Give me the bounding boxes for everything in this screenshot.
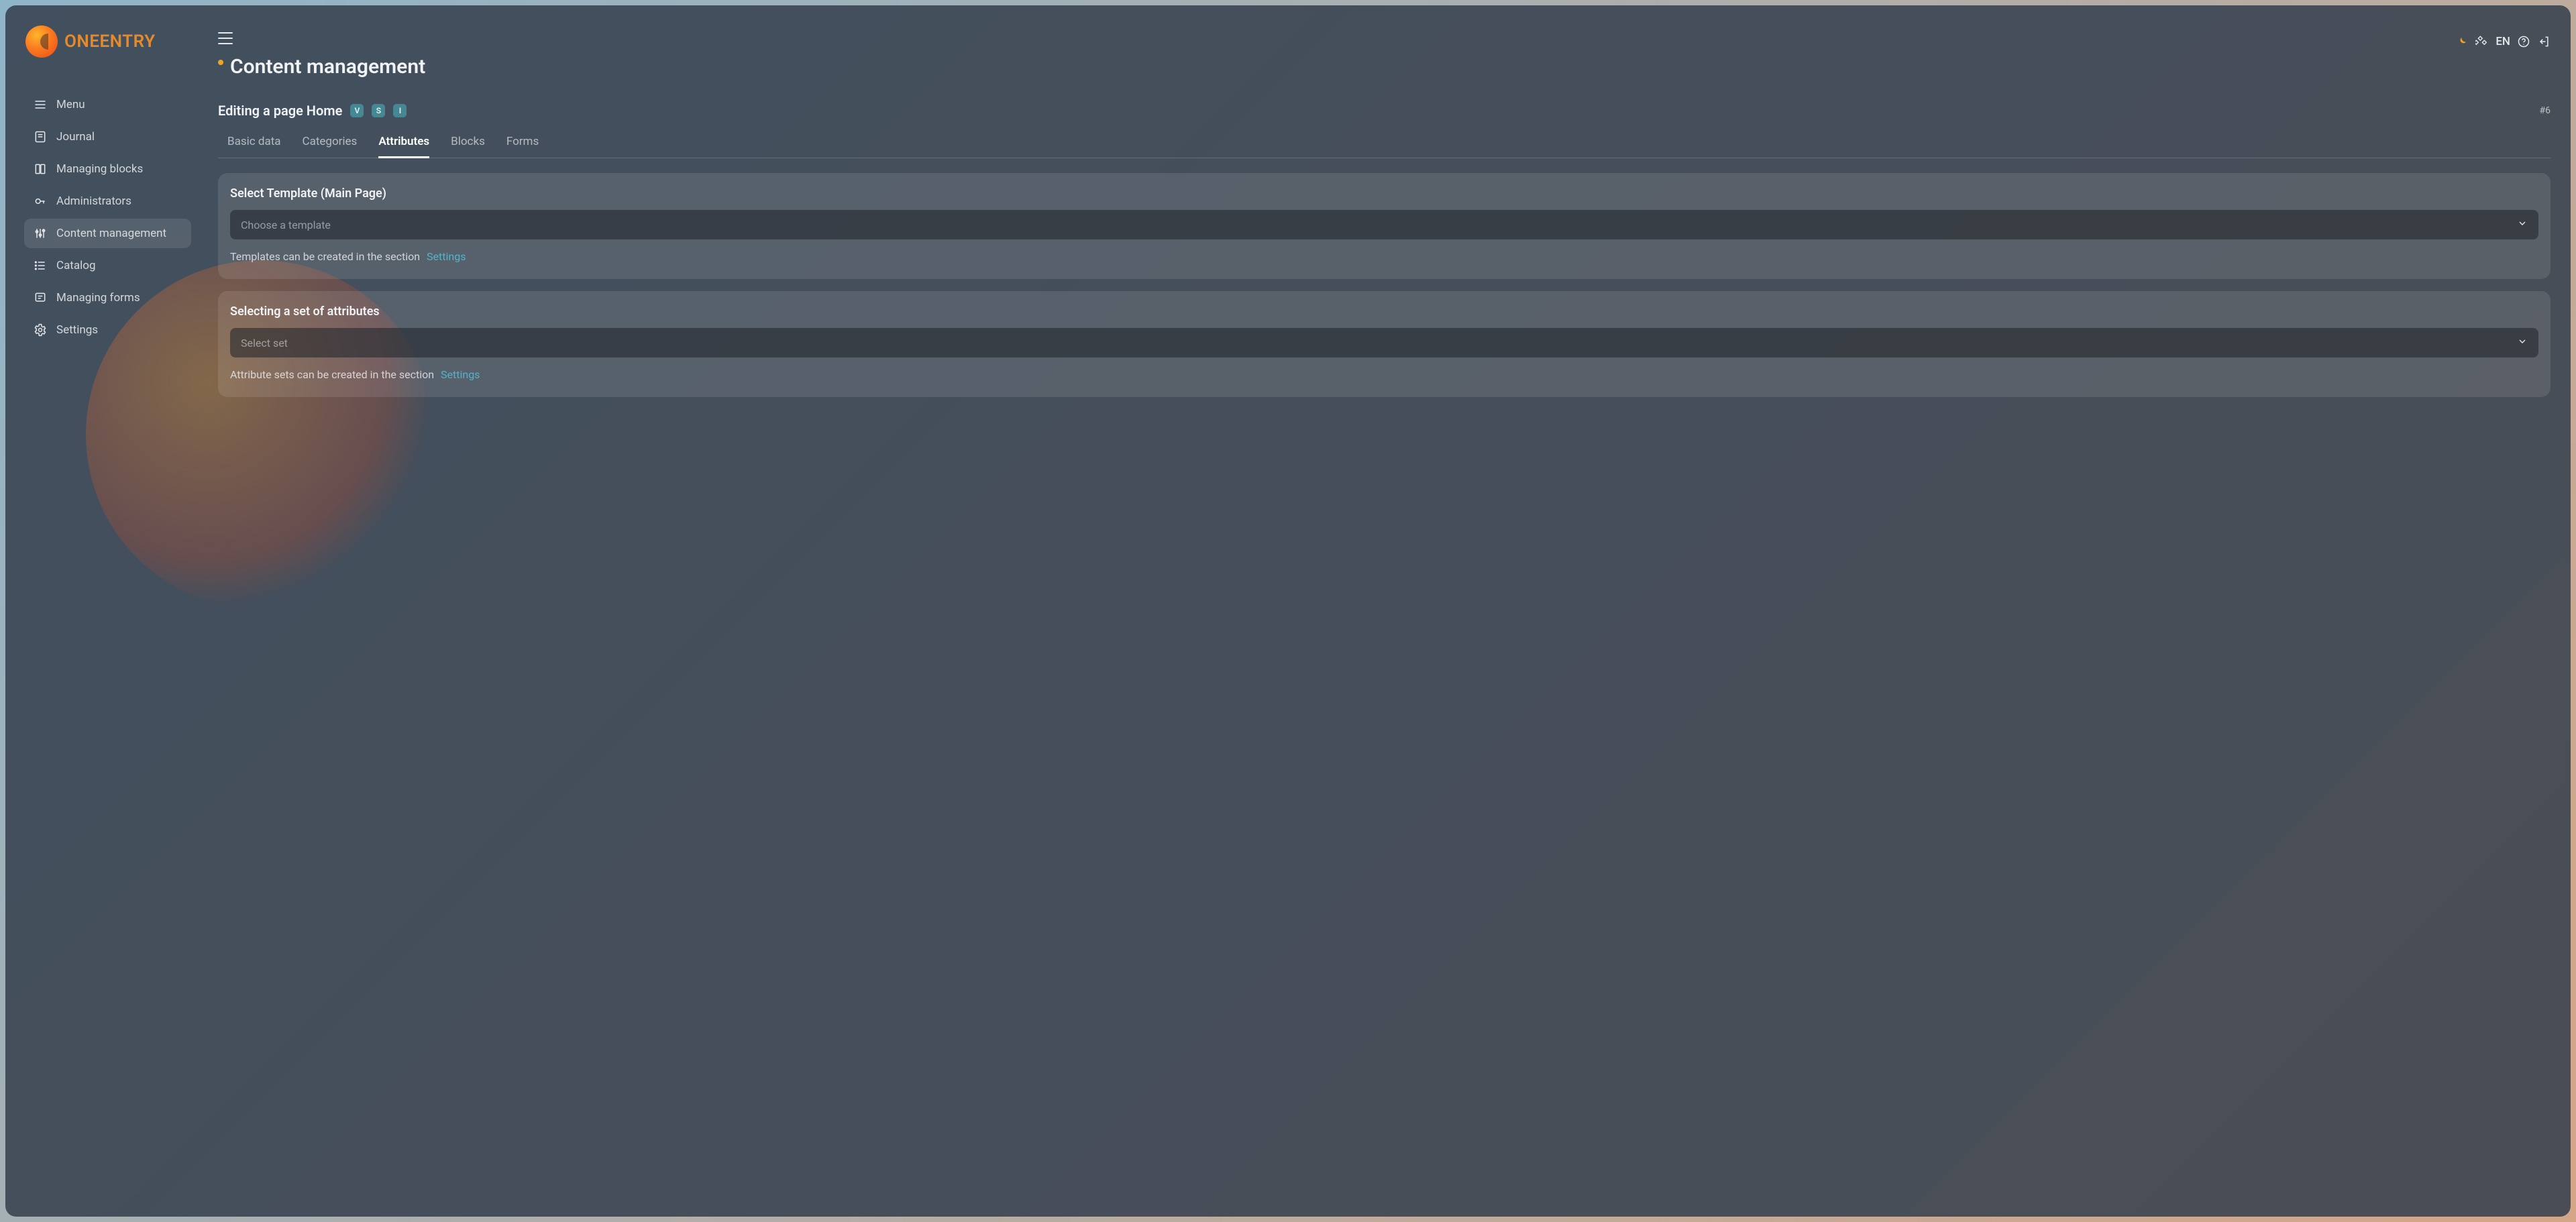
help-icon[interactable] (2517, 35, 2530, 48)
sliders-icon (34, 227, 47, 240)
select-placeholder: Choose a template (241, 219, 331, 231)
template-hint: Templates can be created in the section … (230, 250, 2538, 263)
badge-s[interactable]: S (372, 104, 385, 117)
card-title: Selecting a set of attributes (230, 304, 2538, 319)
topbar: Content management EN (218, 32, 2551, 78)
sidebar-item-settings[interactable]: Settings (24, 315, 191, 345)
key-icon (34, 195, 47, 208)
sidebar-item-label: Settings (56, 323, 98, 337)
badge-v[interactable]: V (350, 104, 364, 117)
sidebar-item-label: Managing blocks (56, 162, 143, 176)
tab-basic-data[interactable]: Basic data (227, 128, 281, 158)
sidebar-item-managing-forms[interactable]: Managing forms (24, 283, 191, 313)
hint-text: Templates can be created in the section (230, 250, 420, 263)
sidebar-item-catalog[interactable]: Catalog (24, 251, 191, 280)
sidebar-item-label: Catalog (56, 259, 96, 272)
subheader: Editing a page Home V S I #6 (218, 103, 2551, 119)
tab-categories[interactable]: Categories (303, 128, 358, 158)
sidebar-item-label: Administrators (56, 195, 131, 208)
settings-link[interactable]: Settings (427, 250, 466, 263)
sidebar-item-journal[interactable]: Journal (24, 122, 191, 152)
attribute-set-select[interactable]: Select set (230, 328, 2538, 357)
sidebar-item-label: Content management (56, 227, 166, 240)
template-select[interactable]: Choose a template (230, 210, 2538, 239)
sidebar: ONEENTRY Menu Journal Managing blocks (5, 5, 203, 1217)
attributes-hint: Attribute sets can be created in the sec… (230, 368, 2538, 381)
tabs: Basic data Categories Attributes Blocks … (218, 128, 2551, 158)
tab-blocks[interactable]: Blocks (451, 128, 485, 158)
gear-icon (34, 323, 47, 337)
theme-toggle[interactable] (2455, 35, 2469, 48)
forms-icon (34, 291, 47, 304)
card-select-template: Select Template (Main Page) Choose a tem… (218, 173, 2551, 279)
sidebar-item-label: Journal (56, 130, 95, 144)
sidebar-nav: Menu Journal Managing blocks Administrat… (24, 90, 191, 345)
card-select-attributes: Selecting a set of attributes Select set… (218, 291, 2551, 397)
subheader-title: Editing a page Home (218, 103, 342, 119)
language-selector[interactable]: EN (2496, 35, 2510, 48)
main-content: Content management EN (203, 5, 2571, 1217)
card-title: Select Template (Main Page) (230, 186, 2538, 201)
sidebar-item-menu[interactable]: Menu (24, 90, 191, 119)
sidebar-item-label: Managing forms (56, 291, 140, 304)
list-icon (34, 259, 47, 272)
hamburger-button[interactable] (218, 32, 233, 44)
sidebar-item-administrators[interactable]: Administrators (24, 186, 191, 216)
select-placeholder: Select set (241, 337, 288, 349)
tab-attributes[interactable]: Attributes (378, 128, 429, 158)
logo-mark-icon (25, 25, 58, 58)
chevron-down-icon (2517, 336, 2528, 349)
sidebar-item-label: Menu (56, 98, 85, 111)
logout-icon[interactable] (2537, 35, 2551, 48)
integrations-icon[interactable] (2475, 35, 2489, 48)
sidebar-item-managing-blocks[interactable]: Managing blocks (24, 154, 191, 184)
settings-link[interactable]: Settings (441, 368, 480, 381)
blocks-icon (34, 162, 47, 176)
sidebar-item-content-management[interactable]: Content management (24, 219, 191, 248)
page-id: #6 (2540, 105, 2551, 116)
hint-text: Attribute sets can be created in the sec… (230, 368, 434, 381)
logo-text: ONEENTRY (64, 32, 156, 52)
page-title: Content management (230, 55, 425, 78)
chevron-down-icon (2517, 218, 2528, 231)
menu-icon (34, 98, 47, 111)
tab-forms[interactable]: Forms (506, 128, 539, 158)
status-dot-icon (218, 60, 223, 65)
journal-icon (34, 130, 47, 144)
logo[interactable]: ONEENTRY (25, 25, 191, 58)
badge-i[interactable]: I (393, 104, 407, 117)
